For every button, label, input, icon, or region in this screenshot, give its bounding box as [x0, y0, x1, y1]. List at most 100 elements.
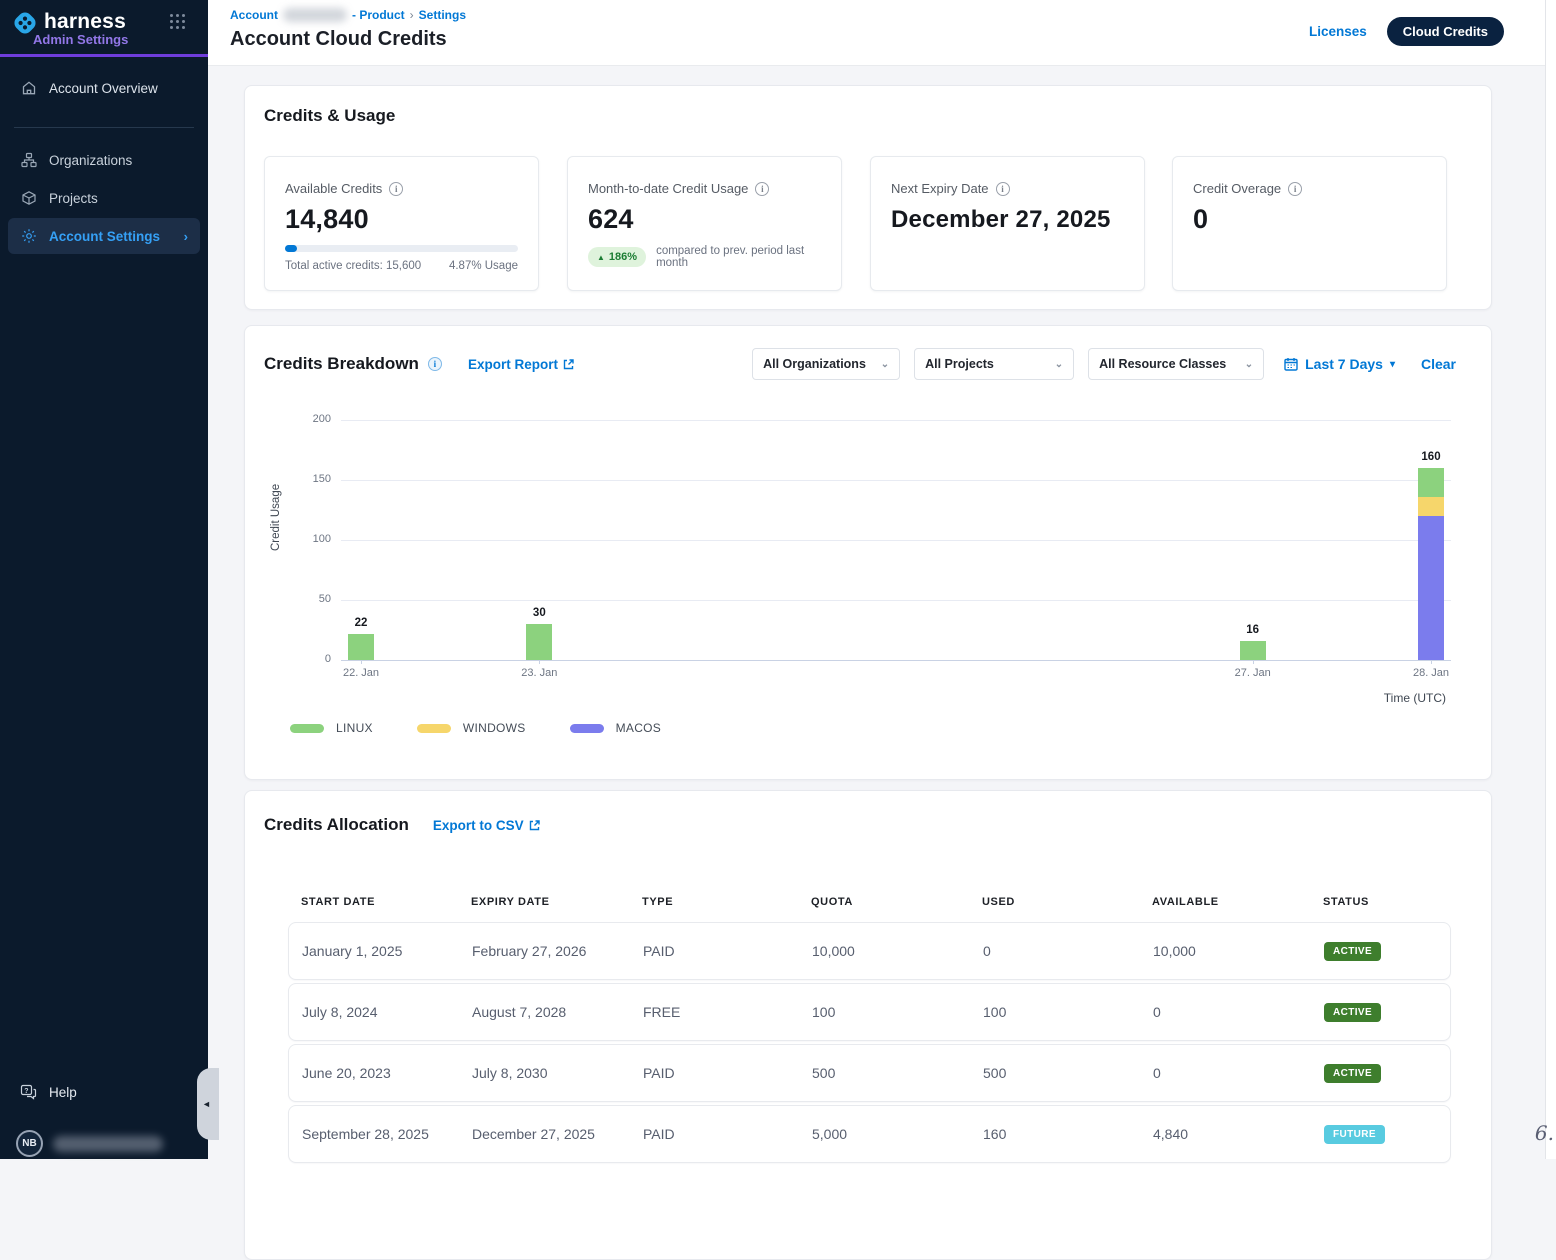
app-switcher-icon[interactable]: [170, 14, 188, 32]
chevron-down-icon: ⌄: [1055, 359, 1063, 370]
date-range-picker[interactable]: Last 7 Days ▾: [1284, 356, 1395, 372]
external-link-icon: [529, 820, 540, 831]
sidebar-item-label: Projects: [49, 191, 98, 206]
chevron-right-icon: ›: [184, 229, 188, 244]
y-tick-label: 150: [291, 473, 331, 485]
cell-start: September 28, 2025: [302, 1126, 472, 1142]
legend-swatch: [417, 724, 451, 733]
cell-expiry: July 8, 2030: [472, 1065, 643, 1081]
legend-label: MACOS: [616, 721, 662, 735]
page-title: Account Cloud Credits: [230, 28, 447, 51]
redacted-account-name: [283, 8, 347, 22]
available-credits-card: Available Credits i 14,840 Total active …: [264, 156, 539, 291]
sidebar-item-account-overview[interactable]: Account Overview: [8, 70, 200, 106]
breadcrumb-separator: ›: [410, 8, 414, 22]
status-badge: ACTIVE: [1324, 942, 1381, 961]
brand-divider: [0, 54, 208, 57]
export-csv-link[interactable]: Export to CSV: [433, 818, 540, 833]
svg-text:?: ?: [24, 1088, 28, 1095]
credits-progress-bar: [285, 245, 518, 252]
legend-item-windows[interactable]: WINDOWS: [417, 721, 526, 735]
cell-available: 4,840: [1153, 1126, 1324, 1142]
info-icon[interactable]: i: [755, 182, 769, 196]
credit-overage-label: Credit Overage: [1193, 181, 1281, 196]
user-row[interactable]: NB: [16, 1130, 163, 1157]
credits-allocation-title: Credits Allocation: [264, 815, 409, 835]
next-expiry-card: Next Expiry Date i December 27, 2025: [870, 156, 1145, 291]
cell-type: PAID: [643, 1126, 812, 1142]
chart-gridline: [341, 540, 1451, 541]
sidebar-item-label: Account Settings: [49, 229, 160, 244]
available-credits-label: Available Credits: [285, 181, 382, 196]
col-used: USED: [982, 896, 1152, 908]
sidebar-item-projects[interactable]: Projects: [8, 180, 200, 216]
cell-used: 0: [983, 943, 1153, 959]
module-subtitle: Admin Settings: [33, 32, 128, 47]
chart-gridline: [341, 480, 1451, 481]
bar-segment-linux[interactable]: [1418, 468, 1444, 497]
table-row[interactable]: July 8, 2024August 7, 2028FREE1001000ACT…: [288, 983, 1451, 1041]
mtd-usage-card: Month-to-date Credit Usage i 624 ▲ 186% …: [567, 156, 842, 291]
bar-segment-linux[interactable]: [348, 634, 374, 660]
export-report-link[interactable]: Export Report: [468, 357, 574, 372]
sidebar: harness Admin Settings Account Overview …: [0, 0, 208, 1159]
chart-legend: LINUX WINDOWS MACOS: [290, 721, 661, 735]
sidebar-item-organizations[interactable]: Organizations: [8, 142, 200, 178]
chart-gridline: [341, 600, 1451, 601]
clear-filters-link[interactable]: Clear: [1421, 356, 1456, 372]
table-row[interactable]: September 28, 2025December 27, 2025PAID5…: [288, 1105, 1451, 1163]
help-button[interactable]: ? Help: [20, 1084, 77, 1101]
credits-breakdown-title: Credits Breakdown: [264, 354, 419, 374]
breadcrumb-product[interactable]: - Product: [352, 8, 405, 22]
licenses-link[interactable]: Licenses: [1309, 24, 1367, 39]
external-link-icon: [563, 359, 574, 370]
resource-classes-filter[interactable]: All Resource Classes⌄: [1088, 348, 1264, 380]
info-icon[interactable]: i: [389, 182, 403, 196]
legend-swatch: [290, 724, 324, 733]
allocation-table: START DATE EXPIRY DATE TYPE QUOTA USED A…: [288, 896, 1451, 1166]
cell-expiry: December 27, 2025: [472, 1126, 643, 1142]
status-badge: ACTIVE: [1324, 1003, 1381, 1022]
cloud-credits-button[interactable]: Cloud Credits: [1387, 17, 1504, 46]
help-label: Help: [49, 1085, 77, 1100]
x-tick-mark: [1253, 660, 1254, 664]
organizations-filter[interactable]: All Organizations⌄: [752, 348, 900, 380]
chevron-down-icon: ⌄: [881, 359, 889, 370]
bar-segment-windows[interactable]: [1418, 497, 1444, 516]
info-icon[interactable]: i: [428, 357, 442, 371]
arrow-up-icon: ▲: [597, 253, 605, 262]
avatar[interactable]: NB: [16, 1130, 43, 1157]
page-marker: 6.: [1535, 1121, 1554, 1145]
brand-name: harness: [44, 10, 126, 34]
cell-quota: 500: [812, 1065, 983, 1081]
breadcrumb-account[interactable]: Account: [230, 8, 278, 22]
bar-segment-linux[interactable]: [1240, 641, 1266, 660]
legend-item-macos[interactable]: MACOS: [570, 721, 662, 735]
status-badge: ACTIVE: [1324, 1064, 1381, 1083]
cell-used: 160: [983, 1126, 1153, 1142]
x-tick-mark: [539, 660, 540, 664]
info-icon[interactable]: i: [1288, 182, 1302, 196]
info-icon[interactable]: i: [996, 182, 1010, 196]
breadcrumb-settings[interactable]: Settings: [419, 8, 466, 22]
chart-gridline: [341, 420, 1451, 421]
x-tick-label: 22. Jan: [329, 667, 393, 679]
sidebar-item-account-settings[interactable]: Account Settings ›: [8, 218, 200, 254]
bar-segment-macos[interactable]: [1418, 516, 1444, 660]
gear-icon: [20, 228, 37, 245]
org-chart-icon: [20, 152, 37, 169]
legend-swatch: [570, 724, 604, 733]
bar-segment-linux[interactable]: [526, 624, 552, 660]
table-row[interactable]: January 1, 2025February 27, 2026PAID10,0…: [288, 922, 1451, 980]
chevron-down-icon: ⌄: [1245, 359, 1253, 370]
scrollbar-track[interactable]: [1545, 0, 1556, 1159]
table-row[interactable]: June 20, 2023July 8, 2030PAID5005000ACTI…: [288, 1044, 1451, 1102]
breadcrumb[interactable]: Account - Product › Settings: [230, 8, 466, 22]
projects-filter[interactable]: All Projects⌄: [914, 348, 1074, 380]
sidebar-collapse-handle[interactable]: ◄: [197, 1068, 219, 1140]
help-icon: ?: [20, 1084, 37, 1101]
credits-progress-fill: [285, 245, 297, 252]
credit-overage-value: 0: [1193, 204, 1426, 235]
legend-item-linux[interactable]: LINUX: [290, 721, 373, 735]
dropdown-arrow-icon: ▾: [1390, 359, 1395, 370]
